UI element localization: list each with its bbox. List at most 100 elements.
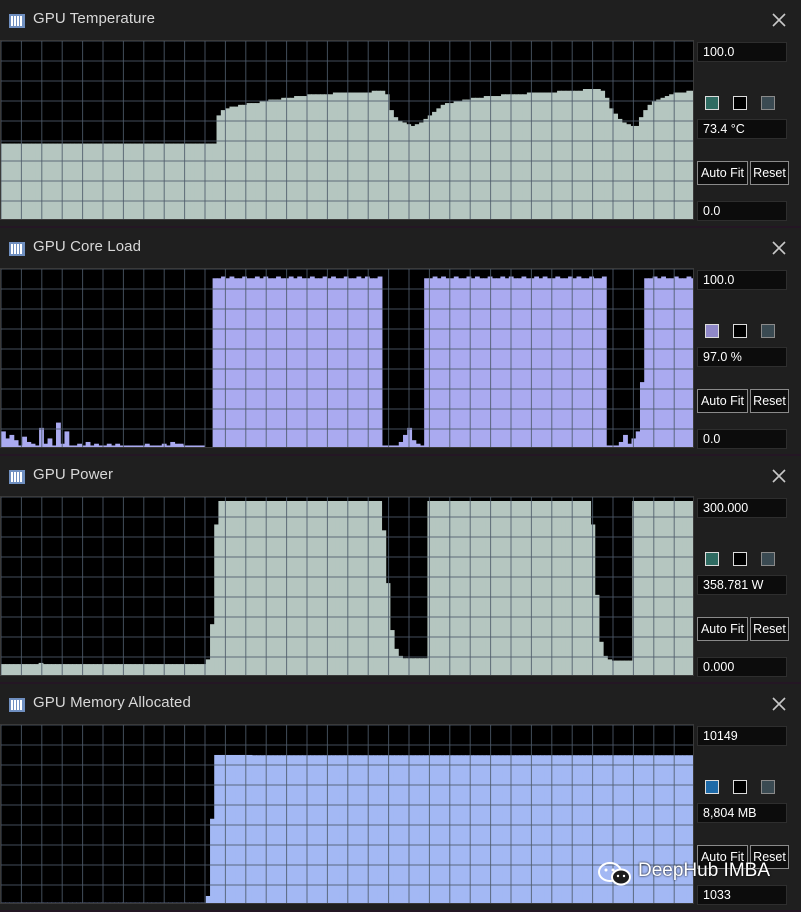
graph-sample [272, 99, 278, 219]
panel-title: GPU Temperature [33, 10, 156, 27]
line-color-swatch[interactable] [705, 324, 719, 338]
graph-sample [431, 501, 437, 675]
max-value-field[interactable]: 100.0 [697, 42, 787, 62]
max-value-field[interactable]: 300.000 [697, 498, 787, 518]
gpu-monitor-icon [9, 242, 25, 256]
reset-button[interactable]: Reset [750, 617, 789, 641]
auto-fit-button[interactable]: Auto Fit [697, 389, 748, 413]
graph-sample [197, 664, 203, 675]
graph-sample [635, 431, 641, 447]
min-value-field[interactable]: 0.0 [697, 429, 787, 449]
max-value-field[interactable]: 100.0 [697, 270, 787, 290]
graph-sample [126, 664, 132, 675]
graph-sample [168, 902, 174, 903]
graph-sample [643, 110, 649, 219]
min-value-field[interactable]: 0.000 [697, 657, 787, 677]
graph-sample [156, 143, 162, 219]
graph-sample [281, 501, 286, 675]
graph-sample [176, 664, 182, 675]
graph-sample [634, 125, 640, 219]
auto-fit-button[interactable]: Auto Fit [697, 617, 748, 641]
graph-sample [109, 664, 115, 675]
graph-sample [85, 441, 91, 447]
auto-fit-button[interactable]: Auto Fit [697, 845, 748, 869]
min-value-field[interactable]: 0.0 [697, 201, 787, 221]
line-color-swatch[interactable] [705, 96, 719, 110]
min-value-field[interactable]: 1033 [697, 885, 787, 905]
grid-color-swatch[interactable] [761, 324, 775, 338]
background-color-swatch[interactable] [733, 780, 747, 794]
gpu-core-load-panel: GPU Core Load 100.0 97.0 % Auto Fit Rese… [0, 228, 801, 456]
panel-titlebar[interactable]: GPU Temperature [0, 0, 801, 40]
close-icon[interactable] [771, 696, 787, 712]
graph-sample [335, 501, 341, 675]
close-icon[interactable] [771, 468, 787, 484]
graph-sample [657, 501, 663, 675]
graph-sample [498, 501, 504, 675]
graph-sample [561, 755, 566, 903]
graph-sample [657, 755, 663, 903]
graph-sample [193, 902, 199, 903]
line-color-swatch[interactable] [705, 780, 719, 794]
line-color-swatch[interactable] [705, 552, 719, 566]
background-color-swatch[interactable] [733, 552, 747, 566]
graph-sample [477, 755, 483, 903]
graph-area[interactable] [0, 496, 694, 676]
panel-titlebar[interactable]: GPU Power [0, 456, 801, 496]
reset-button[interactable]: Reset [750, 161, 789, 185]
graph-sample [195, 445, 201, 447]
graph-sample [604, 97, 610, 219]
graph-sample [423, 658, 429, 675]
graph-sample [582, 501, 587, 675]
graph-sample [511, 501, 516, 675]
graph-sample [314, 755, 320, 903]
graph-sample [331, 501, 337, 675]
graph-sample [462, 99, 468, 219]
graph-sample [515, 755, 521, 903]
graph-sample [13, 902, 19, 903]
graph-sample [203, 143, 209, 219]
close-icon[interactable] [771, 240, 787, 256]
max-value-field[interactable]: 10149 [697, 726, 787, 746]
graph-sample [205, 895, 211, 903]
panel-titlebar[interactable]: GPU Core Load [0, 228, 801, 268]
graph-sample [288, 276, 294, 447]
graph-area[interactable] [0, 268, 694, 448]
reset-button[interactable]: Reset [750, 845, 789, 869]
grid-color-swatch[interactable] [761, 552, 775, 566]
background-color-swatch[interactable] [733, 324, 747, 338]
graph-sample [619, 660, 625, 675]
graph-sample [665, 278, 671, 447]
graph-sample [9, 664, 15, 675]
current-value-display: 358.781 W [697, 575, 787, 595]
auto-fit-button[interactable]: Auto Fit [697, 161, 748, 185]
graph-sample [237, 278, 243, 447]
panel-titlebar[interactable]: GPU Memory Allocated [0, 684, 801, 724]
graph-sample [130, 664, 136, 675]
graph-area[interactable] [0, 724, 694, 904]
graph-sample [481, 501, 487, 675]
graph-sample [394, 445, 400, 447]
graph-sample [348, 278, 353, 447]
grid-color-swatch[interactable] [761, 96, 775, 110]
graph-sample [402, 658, 408, 675]
graph-sample [552, 501, 558, 675]
graph-sample [674, 755, 679, 903]
graph-sample [393, 755, 399, 903]
graph-sample [35, 143, 41, 219]
graph-sample [199, 143, 205, 219]
graph-sample [260, 501, 265, 675]
background-color-swatch[interactable] [733, 96, 747, 110]
graph-area[interactable] [0, 40, 694, 220]
graph-sample [544, 501, 550, 675]
graph-sample [603, 755, 608, 903]
reset-button[interactable]: Reset [750, 389, 789, 413]
graph-sample [432, 111, 437, 219]
graph-sample [628, 755, 633, 903]
graph-sample [594, 594, 600, 675]
close-icon[interactable] [771, 12, 787, 28]
graph-sample [272, 755, 278, 903]
grid-color-swatch[interactable] [761, 780, 775, 794]
graph-sample [63, 664, 69, 675]
graph-sample [254, 276, 260, 447]
